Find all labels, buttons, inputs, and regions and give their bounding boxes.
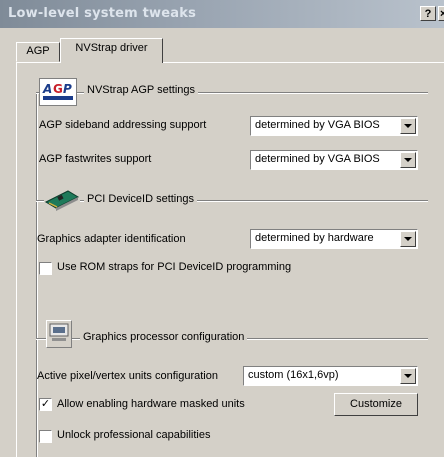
unlock-pro-checkbox[interactable]	[39, 430, 52, 443]
title-bar: Low-level system tweaks ? ×	[0, 0, 444, 28]
chevron-down-icon[interactable]	[400, 231, 416, 247]
unlock-pro-label[interactable]: Unlock professional capabilities	[57, 429, 210, 441]
agp-logo-icon: A G P	[39, 78, 77, 106]
chevron-down-icon[interactable]	[400, 368, 416, 384]
tab-agp[interactable]: AGP	[16, 42, 60, 62]
agp-fastwrites-label: AGP fastwrites support	[39, 153, 152, 165]
customize-button[interactable]: Customize	[334, 393, 418, 416]
pci-section-title: PCI DeviceID settings	[84, 193, 197, 205]
pci-adapter-select[interactable]: determined by hardware	[250, 229, 418, 249]
agp-sideband-label: AGP sideband addressing support	[39, 119, 207, 131]
units-config-select[interactable]: custom (16x1,6vp)	[243, 366, 418, 386]
gpu-icon	[46, 320, 72, 348]
svg-text:A: A	[42, 82, 52, 96]
units-config-label: Active pixel/vertex units configuration	[37, 370, 218, 382]
rom-straps-checkbox[interactable]	[39, 262, 52, 275]
agp-fastwrites-value: determined by VGA BIOS	[255, 153, 380, 165]
rom-straps-label[interactable]: Use ROM straps for PCI DeviceID programm…	[57, 261, 291, 273]
masked-units-checkbox[interactable]: ✓	[39, 398, 52, 411]
tab-nvstrap-driver[interactable]: NVStrap driver	[60, 38, 163, 63]
masked-units-label[interactable]: Allow enabling hardware masked units	[57, 398, 245, 410]
svg-text:P: P	[63, 82, 72, 96]
pci-adapter-value: determined by hardware	[255, 232, 374, 244]
svg-text:G: G	[53, 82, 63, 96]
agp-fastwrites-select[interactable]: determined by VGA BIOS	[250, 150, 418, 170]
agp-section-title: NVStrap AGP settings	[84, 84, 199, 96]
pci-adapter-label: Graphics adapter identification	[37, 233, 186, 245]
chevron-down-icon[interactable]	[400, 152, 416, 168]
agp-sideband-select[interactable]: determined by VGA BIOS	[250, 116, 418, 136]
pci-card-icon	[44, 188, 80, 212]
units-config-value: custom (16x1,6vp)	[248, 369, 339, 381]
chevron-down-icon[interactable]	[400, 118, 416, 134]
window-title: Low-level system tweaks	[8, 6, 197, 21]
checkmark-icon: ✓	[40, 398, 51, 410]
close-button[interactable]: ×	[438, 6, 444, 21]
gpu-section-title: Graphics processor configuration	[80, 331, 248, 343]
group-frame-left	[36, 94, 38, 457]
agp-sideband-value: determined by VGA BIOS	[255, 119, 380, 131]
help-button[interactable]: ?	[420, 6, 436, 21]
